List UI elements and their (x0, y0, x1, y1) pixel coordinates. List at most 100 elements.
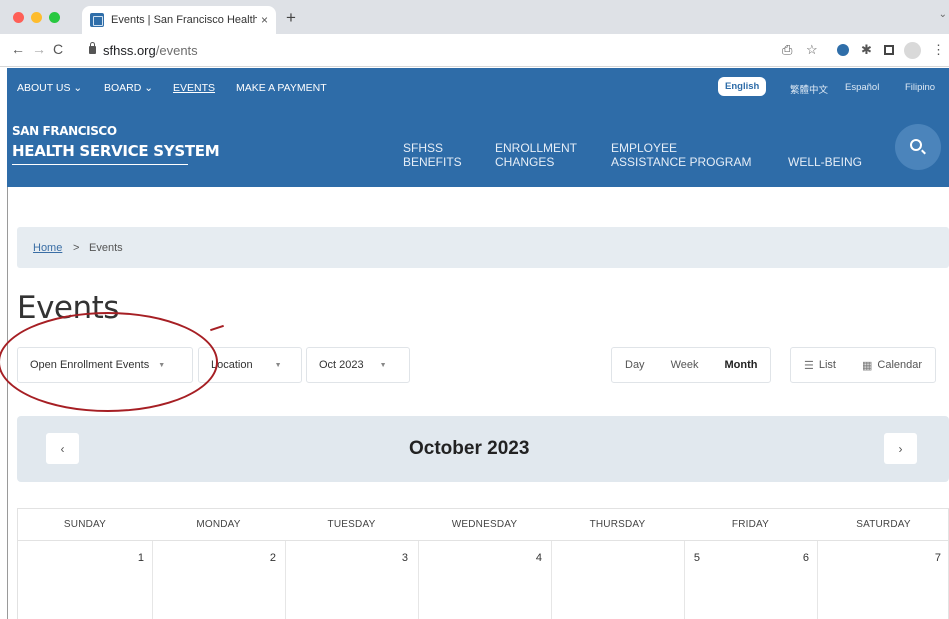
calendar-icon: ▦ (862, 359, 873, 372)
reload-button[interactable]: C (53, 41, 63, 57)
browser-tab-events[interactable]: Events | San Francisco Health × (82, 6, 276, 34)
nav-make-a-payment[interactable]: MAKE A PAYMENT (236, 82, 327, 94)
view-range-toggle: Day Week Month (611, 347, 772, 383)
mainnav-label: ENROLLMENT (495, 141, 578, 155)
logo-line-1: SAN FRANCISCO (12, 124, 117, 138)
content-left-border (7, 187, 8, 619)
breadcrumb: Home > Events (17, 227, 949, 268)
weekday-header-row: SUNDAY MONDAY TUESDAY WEDNESDAY THURSDAY… (18, 509, 949, 541)
location-filter-dropdown[interactable]: Location ▼ (198, 347, 302, 383)
calendar-day-cell[interactable]: 2 (250, 552, 276, 564)
sfhss-favicon-icon (90, 13, 104, 27)
weekday-tuesday: TUESDAY (327, 519, 376, 530)
language-spanish[interactable]: Español (845, 82, 879, 93)
chevron-down-icon: ▼ (379, 361, 387, 369)
extensions-puzzle-icon[interactable]: ✱ (861, 42, 872, 58)
calendar-month-title: October 2023 (409, 438, 530, 459)
forward-button[interactable]: → (32, 41, 46, 57)
sidebar-panel-icon[interactable] (884, 45, 894, 55)
day-column-divider (285, 541, 286, 619)
profile-avatar[interactable] (904, 42, 921, 59)
mainnav-label: SFHSS (403, 141, 444, 155)
view-list-button[interactable]: ☰ List (791, 348, 849, 382)
weekday-friday: FRIDAY (731, 519, 770, 530)
next-month-button[interactable]: › (884, 433, 917, 464)
lock-icon[interactable] (89, 42, 96, 54)
weekday-wednesday: WEDNESDAY (451, 519, 518, 530)
nav-about-us[interactable]: ABOUT US ⌄ (17, 82, 82, 94)
calendar-header: ‹ October 2023 › (17, 416, 949, 482)
weekday-saturday: SATURDAY (856, 519, 911, 530)
mainnav-label: CHANGES (495, 155, 555, 169)
site-search-button[interactable] (895, 124, 941, 170)
view-week-button[interactable]: Week (658, 348, 712, 382)
previous-month-button[interactable]: ‹ (46, 433, 79, 464)
month-filter-dropdown[interactable]: Oct 2023 ▼ (306, 347, 410, 383)
tab-title: Events | San Francisco Health (111, 14, 257, 26)
share-icon[interactable]: ⎙ (782, 42, 792, 58)
minimize-window-icon[interactable] (31, 12, 42, 23)
view-month-button[interactable]: Month (711, 348, 770, 382)
calendar-day-cell[interactable]: 4 (516, 552, 542, 564)
tab-search-icon[interactable]: ⌄ (939, 9, 947, 20)
calendar-day-cell[interactable]: 1 (118, 552, 144, 564)
calendar-day-cell[interactable]: 6 (783, 552, 809, 564)
browser-toolbar: ← → C sfhss.org/events ⎙ ☆ ✱ ⋮ (0, 34, 949, 67)
nav-board[interactable]: BOARD ⌄ (104, 82, 153, 94)
logo-line-2: HEALTH SERVICE SYSTEM (12, 142, 220, 160)
weekday-monday: MONDAY (196, 519, 241, 530)
location-filter-value: Location (211, 359, 253, 371)
breadcrumb-home-link[interactable]: Home (33, 242, 62, 254)
chevron-down-icon: ▼ (274, 361, 282, 369)
view-calendar-label: Calendar (877, 359, 923, 371)
breadcrumb-separator: > (73, 242, 80, 254)
language-english[interactable]: English (718, 77, 767, 96)
page-title: Events (17, 290, 119, 326)
annotation-stroke (210, 324, 224, 332)
view-mode-toggle: ☰ List ▦ Calendar (790, 347, 937, 383)
day-column-divider (418, 541, 419, 619)
mainnav-label: WELL-BEING (788, 155, 863, 169)
mainnav-sfhss-benefits[interactable]: SFHSS BENEFITS (403, 141, 462, 169)
view-calendar-button[interactable]: ▦ Calendar (849, 348, 935, 382)
mainnav-label: EMPLOYEE (611, 141, 678, 155)
mainnav-employee-assistance[interactable]: EMPLOYEE ASSISTANCE PROGRAM (611, 141, 751, 169)
month-filter-value: Oct 2023 (319, 359, 364, 371)
utility-nav: ABOUT US ⌄ BOARD ⌄ EVENTS MAKE A PAYMENT… (7, 68, 949, 106)
close-tab-icon[interactable]: × (261, 13, 268, 27)
address-bar[interactable]: sfhss.org/events (103, 43, 198, 58)
mainnav-label: BENEFITS (403, 155, 462, 169)
calendar-day-cell[interactable]: 3 (382, 552, 408, 564)
category-filter-value: Open Enrollment Events (30, 359, 150, 371)
maximize-window-icon[interactable] (49, 12, 60, 23)
close-window-icon[interactable] (13, 12, 24, 23)
mainnav-well-being[interactable]: WELL-BEING (788, 155, 862, 169)
browser-menu-icon[interactable]: ⋮ (932, 42, 945, 58)
browser-tab-bar: Events | San Francisco Health × + ⌄ (0, 0, 949, 34)
language-filipino[interactable]: Filipino (905, 82, 935, 93)
breadcrumb-current: Events (89, 242, 123, 254)
category-filter-dropdown[interactable]: Open Enrollment Events ▼ (17, 347, 193, 383)
password-manager-icon[interactable] (837, 44, 849, 56)
day-column-divider (551, 541, 552, 619)
nav-events[interactable]: EVENTS (173, 82, 215, 94)
weekday-thursday: THURSDAY (589, 519, 646, 530)
language-chinese[interactable]: 繁體中文 (790, 82, 828, 96)
url-path: /events (155, 43, 198, 58)
bookmark-star-icon[interactable]: ☆ (806, 42, 818, 58)
mainnav-label: ASSISTANCE PROGRAM (611, 155, 752, 169)
calendar-day-cell[interactable]: 7 (915, 552, 941, 564)
day-column-divider (817, 541, 818, 619)
view-list-label: List (818, 359, 836, 371)
chevron-down-icon: ▼ (158, 361, 166, 369)
new-tab-button[interactable]: + (286, 8, 296, 28)
url-host: sfhss.org (103, 43, 156, 58)
mainnav-enrollment-changes[interactable]: ENROLLMENT CHANGES (495, 141, 577, 169)
weekday-sunday: SUNDAY (63, 519, 107, 530)
calendar-day-cell[interactable]: 5 (674, 552, 700, 564)
view-day-button[interactable]: Day (612, 348, 658, 382)
list-icon: ☰ (804, 359, 814, 372)
main-nav: SAN FRANCISCO HEALTH SERVICE SYSTEM SFHS… (7, 106, 949, 187)
logo-underline (12, 164, 188, 165)
back-button[interactable]: ← (11, 41, 25, 57)
